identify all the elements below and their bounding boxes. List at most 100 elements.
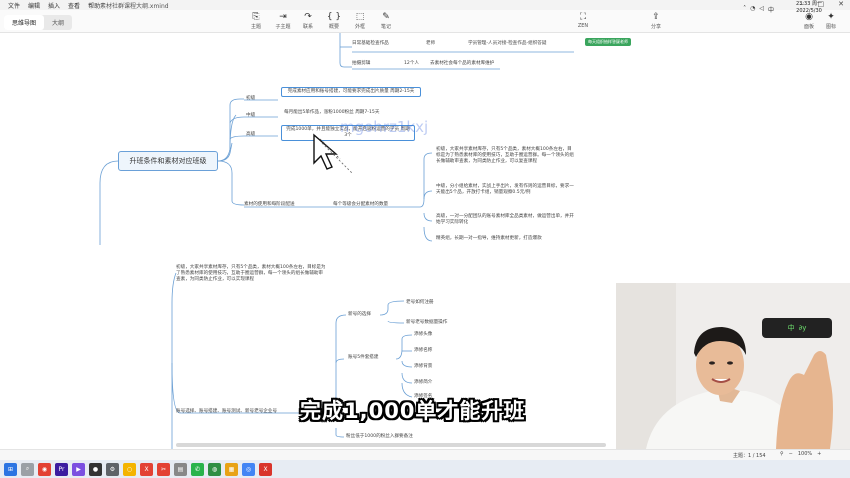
chevron-up-icon[interactable]: ˄: [743, 5, 746, 14]
toolbar: 思维导图 大纲 ⎘ 主题 ⇥ 子主题 ↷ 联系 { } 概要 ⬚ 外框 ✎ 笔记…: [0, 10, 850, 33]
note-icon: ✎: [382, 12, 390, 22]
material-item-elite[interactable]: 精英组，长期一对一指导，维持素材更新，打造爆款: [436, 236, 542, 242]
obs-icon[interactable]: ●: [89, 462, 102, 476]
close-icon[interactable]: ✕: [838, 0, 844, 8]
zoom-in-icon[interactable]: +: [817, 451, 821, 457]
finder-icon[interactable]: ▤: [174, 462, 187, 476]
menu-view[interactable]: 查看: [68, 1, 80, 10]
account-choose[interactable]: 新号的选择: [348, 312, 371, 318]
account-build-item-3[interactable]: 添修背景: [414, 364, 432, 370]
clock-date: 2022/5/30: [796, 7, 822, 14]
gear-icon[interactable]: ⚙: [106, 462, 119, 476]
row-shooting-detail[interactable]: 去素材社会每个品的素材库维护: [430, 61, 494, 67]
material-sub[interactable]: 每个等级会分配素材的数量: [333, 202, 388, 208]
row-shooting[interactable]: 拍摄剪辑: [352, 61, 370, 67]
app-window: 文件 编辑 插入 查看 帮助 素材社群课程大纲.xmind – □ ✕ 思维导图…: [0, 0, 850, 478]
filter-icon[interactable]: ⚲: [780, 451, 784, 457]
tab-outline[interactable]: 大纲: [44, 15, 72, 30]
windows-taskbar: ⊞ ⌕ ◉ Pr ▶ ● ⚙ ○ X ✂ ▤ ✆ ◍ ▦ ◎ X: [0, 460, 850, 478]
explorer-icon[interactable]: ▦: [225, 462, 238, 476]
account-branch[interactable]: 账号选择、账号搭建、账号测试、新号老号企业号: [176, 409, 277, 415]
menu-edit[interactable]: 编辑: [28, 1, 40, 10]
wechat-icon[interactable]: ✆: [191, 462, 204, 476]
zen-button[interactable]: ⛶ ZEN: [570, 12, 596, 29]
account-build-item-2[interactable]: 添修名称: [414, 348, 432, 354]
level-middle-label[interactable]: 中级: [246, 113, 255, 119]
video-subtitle: 完成1,000单才能升班: [300, 399, 526, 423]
account-choose-item-2[interactable]: 新号老号数据量操作: [406, 320, 447, 326]
chrome-icon[interactable]: ◉: [38, 462, 51, 476]
menu-file[interactable]: 文件: [8, 1, 20, 10]
tag-badge[interactable]: 每天组织抽样答疑老师: [585, 38, 631, 46]
horizontal-scrollbar[interactable]: [176, 443, 606, 447]
account-choose-item-1[interactable]: 老号如何注册: [406, 300, 434, 306]
material-item-junior[interactable]: 初级，大家共享素材库存，只有5个品类，素材大概100条左右，目标是为了熟悉素材库…: [436, 147, 576, 165]
level-middle-box[interactable]: 每月能出5单作品，涨粉1000粉丝 周期7-15天: [284, 110, 379, 116]
relationship-button[interactable]: ↷ 联系: [295, 12, 321, 30]
row-daily-check-role[interactable]: 老师: [426, 41, 435, 47]
root-topic[interactable]: 升班条件和素材对应班级: [118, 151, 218, 171]
boundary-icon: ⬚: [355, 12, 365, 22]
material-item-middle[interactable]: 中级，分小组给素材，实战上手出片，发有作则的运营目标，要求一天能出5个品，开放打…: [436, 184, 578, 196]
level-senior-label[interactable]: 高级: [246, 132, 255, 138]
material-item-senior[interactable]: 高级，一对一分配团队的账号素材库全品类素材，做运营出单，并开始学习实际转化: [436, 214, 576, 226]
topic-button[interactable]: ⎘ 主题: [243, 12, 269, 30]
key-dy: ∂y: [798, 324, 807, 332]
menu-help[interactable]: 帮助: [88, 1, 100, 10]
xmind-active-icon[interactable]: X: [259, 462, 272, 476]
presenter-webcam: [616, 283, 850, 449]
share-icon: ⇪: [652, 12, 660, 22]
row-shooting-count[interactable]: 12个人: [404, 61, 419, 67]
circle-app-icon[interactable]: ○: [123, 462, 136, 476]
boundary-button[interactable]: ⬚ 外框: [347, 12, 373, 30]
premiere-icon[interactable]: Pr: [55, 462, 68, 476]
topic-icon: ⎘: [252, 12, 260, 22]
relationship-icon: ↷: [304, 12, 312, 22]
windows-start-icon[interactable]: ⊞: [4, 462, 17, 476]
zoom-out-icon[interactable]: −: [789, 451, 793, 457]
topic-count: 主题：1 / 154: [733, 453, 766, 459]
zen-icon: ⛶: [579, 12, 587, 22]
browser-icon[interactable]: ◎: [242, 462, 255, 476]
row-daily-check[interactable]: 日常基础检查作品: [352, 41, 389, 47]
media-player-icon[interactable]: ▶: [72, 462, 85, 476]
menu-bar: 文件 编辑 插入 查看 帮助 素材社群课程大纲.xmind – □ ✕: [0, 0, 850, 10]
taskbar-clock[interactable]: 23:33 周一 2022/5/30: [796, 1, 822, 14]
note-button[interactable]: ✎ 笔记: [373, 12, 399, 30]
xmind-icon[interactable]: X: [140, 462, 153, 476]
account-bottom-node[interactable]: 粉丝低于1000的粉丝入群要备注: [346, 434, 413, 440]
subtopic-button[interactable]: ⇥ 子主题: [270, 12, 296, 30]
subtopic-icon: ⇥: [279, 12, 287, 22]
level-junior-label[interactable]: 初级: [246, 96, 255, 102]
account-build-item-1[interactable]: 添修头像: [414, 332, 432, 338]
search-icon[interactable]: ⌕: [21, 462, 34, 476]
lower-intro-text[interactable]: 初级，大家共享素材库存，只有5个品类，素材大概100条左右，目标是为了熟悉素材库…: [176, 265, 326, 283]
menu-insert[interactable]: 插入: [48, 1, 60, 10]
ime-icon[interactable]: 中: [768, 5, 774, 14]
tab-mindmap[interactable]: 思维导图: [4, 15, 45, 30]
network-icon[interactable]: ◔: [750, 5, 755, 14]
level-junior-box[interactable]: 完成素材应用和账号搭建，可能要求完成出片质量 周期2-15天: [281, 87, 421, 97]
volume-icon[interactable]: ◁: [759, 5, 764, 14]
row-daily-check-detail[interactable]: 学员管理-人员对接-检查作品-组织答疑: [468, 41, 546, 47]
share-button[interactable]: ⇪ 分享: [643, 12, 669, 30]
chat-icon[interactable]: ◍: [208, 462, 221, 476]
zoom-level[interactable]: 100%: [798, 451, 812, 457]
mindmap-canvas[interactable]: 日常基础检查作品 老师 学员管理-人员对接-检查作品-组织答疑 拍摄剪辑 12个…: [0, 33, 850, 449]
zoom-control: ⚲ − 100% +: [780, 451, 821, 457]
material-branch[interactable]: 素材的使用和每阶段配送: [244, 202, 295, 208]
summary-icon: { }: [326, 12, 342, 22]
window-title: 素材社群课程大纲.xmind: [100, 3, 169, 10]
tools-icon[interactable]: ✂: [157, 462, 170, 476]
view-switcher: 思维导图 大纲: [4, 15, 73, 30]
clock-time: 23:33 周一: [796, 1, 822, 7]
mouse-cursor-icon: [312, 133, 360, 185]
system-tray: ˄ ◔ ◁ 中: [743, 5, 774, 14]
key-zhong: 中: [787, 324, 795, 332]
account-build[interactable]: 账号5件套搭建: [348, 355, 379, 361]
summary-button[interactable]: { } 概要: [321, 12, 347, 30]
icons-button[interactable]: ✦ 图标: [818, 12, 844, 30]
overlay-keypad: 中 ∂y: [762, 318, 832, 338]
status-bar: 主题：1 / 154 ⚲ − 100% +: [0, 449, 850, 460]
account-build-item-4[interactable]: 添修简介: [414, 380, 432, 386]
